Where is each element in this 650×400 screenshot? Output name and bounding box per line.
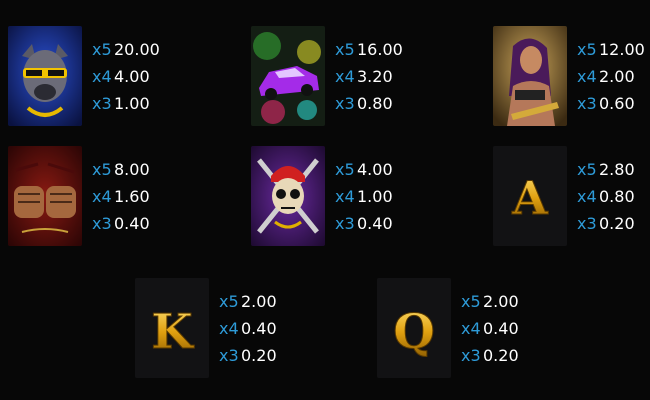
payout-value: 2.00	[599, 67, 635, 86]
payout-value: 12.00	[599, 40, 645, 59]
payout-row: x3 0.40	[92, 210, 150, 237]
multiplier-label: x5	[335, 160, 355, 179]
payout-row: x4 2.00	[577, 63, 645, 90]
payout-row: x5 4.00	[335, 156, 393, 183]
letter-k-icon: K	[135, 278, 209, 378]
payout-value: 2.00	[241, 292, 277, 311]
payout-list: x5 12.00 x4 2.00 x3 0.60	[577, 36, 645, 117]
payout-row: x3 0.20	[219, 342, 277, 369]
payout-row: x5 8.00	[92, 156, 150, 183]
payout-list: x5 2.00 x4 0.40 x3 0.20	[461, 288, 519, 369]
multiplier-label: x3	[219, 346, 239, 365]
payout-row: x3 0.20	[461, 342, 519, 369]
payout-row: x4 4.00	[92, 63, 160, 90]
payout-row: x3 1.00	[92, 90, 160, 117]
multiplier-label: x5	[577, 40, 597, 59]
multiplier-label: x5	[219, 292, 239, 311]
payout-row: x3 0.20	[577, 210, 635, 237]
multiplier-label: x5	[92, 160, 112, 179]
multiplier-label: x3	[461, 346, 481, 365]
payout-row: x5 2.80	[577, 156, 635, 183]
payout-row: x4 0.40	[219, 315, 277, 342]
payout-row: x4 0.80	[577, 183, 635, 210]
payout-value: 8.00	[114, 160, 150, 179]
multiplier-label: x3	[335, 214, 355, 233]
payout-row: x5 2.00	[219, 288, 277, 315]
payout-value: 0.40	[241, 319, 277, 338]
multiplier-label: x3	[92, 214, 112, 233]
payout-row: x4 0.40	[461, 315, 519, 342]
payout-row: x3 0.40	[335, 210, 393, 237]
payout-list: x5 4.00 x4 1.00 x3 0.40	[335, 156, 393, 237]
payout-row: x5 2.00	[461, 288, 519, 315]
woman-with-gun-icon	[493, 26, 567, 126]
pitbull-dog-icon	[8, 26, 82, 126]
multiplier-label: x4	[219, 319, 239, 338]
multiplier-label: x5	[335, 40, 355, 59]
payout-value: 16.00	[357, 40, 403, 59]
multiplier-label: x4	[577, 187, 597, 206]
multiplier-label: x3	[92, 94, 112, 113]
payout-row: x4 1.60	[92, 183, 150, 210]
payout-value: 4.00	[114, 67, 150, 86]
multiplier-label: x4	[92, 67, 112, 86]
payout-row: x3 0.60	[577, 90, 645, 117]
multiplier-label: x4	[335, 187, 355, 206]
multiplier-label: x4	[461, 319, 481, 338]
payout-value: 20.00	[114, 40, 160, 59]
payout-list: x5 16.00 x4 3.20 x3 0.80	[335, 36, 403, 117]
payout-value: 3.20	[357, 67, 393, 86]
multiplier-label: x3	[577, 214, 597, 233]
payout-value: 0.40	[357, 214, 393, 233]
multiplier-label: x4	[92, 187, 112, 206]
payout-value: 0.40	[483, 319, 519, 338]
payout-list: x5 2.80 x4 0.80 x3 0.20	[577, 156, 635, 237]
payout-value: 2.80	[599, 160, 635, 179]
purple-sports-car-icon	[251, 26, 325, 126]
payout-row: x3 0.80	[335, 90, 403, 117]
payout-value: 0.20	[599, 214, 635, 233]
multiplier-label: x3	[335, 94, 355, 113]
tattooed-fists-icon	[8, 146, 82, 246]
skull-with-bats-icon	[251, 146, 325, 246]
multiplier-label: x5	[577, 160, 597, 179]
multiplier-label: x3	[577, 94, 597, 113]
payout-row: x5 16.00	[335, 36, 403, 63]
payout-value: 0.40	[114, 214, 150, 233]
payout-row: x4 1.00	[335, 183, 393, 210]
multiplier-label: x5	[92, 40, 112, 59]
payout-row: x4 3.20	[335, 63, 403, 90]
multiplier-label: x4	[577, 67, 597, 86]
payout-row: x5 12.00	[577, 36, 645, 63]
payout-list: x5 20.00 x4 4.00 x3 1.00	[92, 36, 160, 117]
payout-list: x5 2.00 x4 0.40 x3 0.20	[219, 288, 277, 369]
multiplier-label: x4	[335, 67, 355, 86]
payout-value: 1.60	[114, 187, 150, 206]
payout-value: 0.60	[599, 94, 635, 113]
letter-a-icon: A	[493, 146, 567, 246]
multiplier-label: x5	[461, 292, 481, 311]
payout-value: 0.20	[241, 346, 277, 365]
payout-value: 4.00	[357, 160, 393, 179]
symbol-letter: Q	[393, 304, 435, 360]
payout-value: 1.00	[357, 187, 393, 206]
payout-row: x5 20.00	[92, 36, 160, 63]
symbol-letter: K	[151, 304, 195, 360]
symbol-letter: A	[511, 171, 549, 225]
payout-value: 0.80	[599, 187, 635, 206]
letter-q-icon: Q	[377, 278, 451, 378]
payout-value: 2.00	[483, 292, 519, 311]
payout-value: 0.20	[483, 346, 519, 365]
payout-value: 1.00	[114, 94, 150, 113]
payout-value: 0.80	[357, 94, 393, 113]
payout-list: x5 8.00 x4 1.60 x3 0.40	[92, 156, 150, 237]
